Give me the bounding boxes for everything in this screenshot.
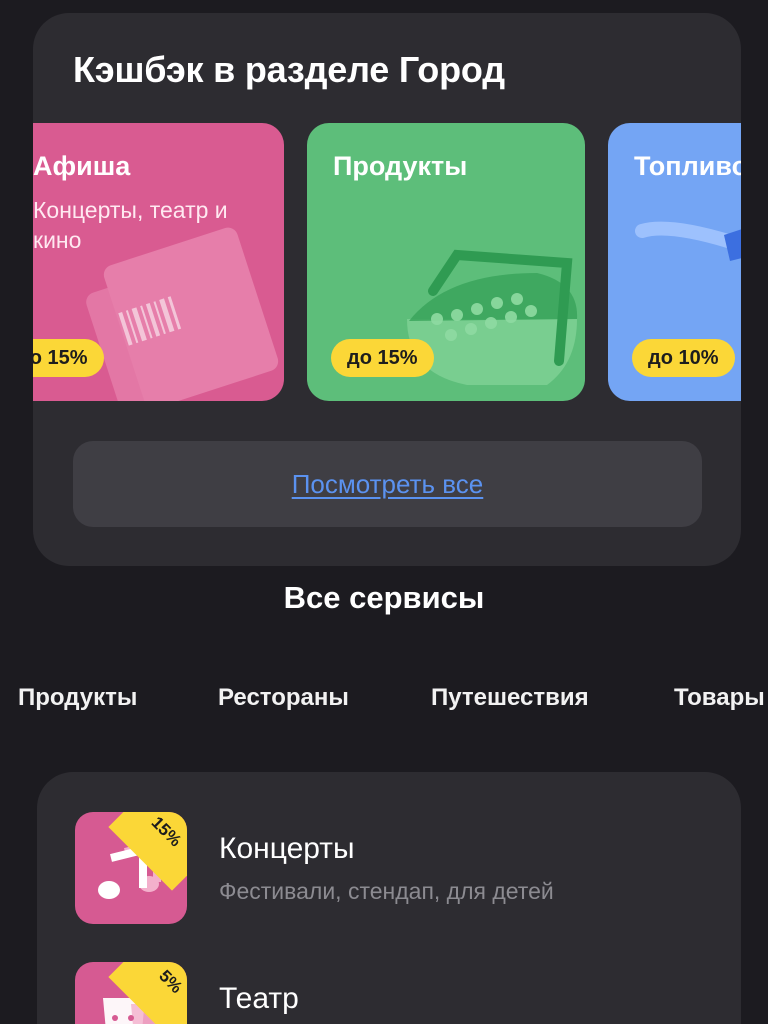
category-tile-products[interactable]: Продукты до 15% <box>307 123 585 401</box>
cashback-badge: до 15% <box>331 339 434 377</box>
service-icon: 15% <box>75 812 187 924</box>
page: Кэшбэк в разделе Город Афиша Концерты, т… <box>0 0 768 1024</box>
cashback-title: Кэшбэк в разделе Город <box>73 49 505 90</box>
tile-title: Топливо <box>634 151 741 181</box>
service-subtitle: Фестивали, стендап, для детей <box>219 878 554 904</box>
category-tile-afisha[interactable]: Афиша Концерты, театр и кино до 15% <box>33 123 284 401</box>
cashback-badge: до 15% <box>33 339 104 377</box>
category-tile-fuel[interactable]: Топливо до 10% <box>608 123 741 401</box>
service-title: Театр <box>219 982 299 1015</box>
services-tabs: Продукты Рестораны Путешествия Товары <box>0 684 768 720</box>
service-item-theatre[interactable]: 5% Театр <box>75 962 715 1024</box>
cashback-carousel[interactable]: Афиша Концерты, театр и кино до 15% <box>33 123 741 401</box>
cashback-badge: до 10% <box>632 339 735 377</box>
services-list: 15% Концерты Фестивали, стендап, для дет… <box>37 772 741 1024</box>
tab-travel[interactable]: Путешествия <box>431 684 589 712</box>
services-title: Все сервисы <box>283 580 485 615</box>
tile-subtitle: Концерты, театр и кино <box>33 197 228 253</box>
tile-title: Продукты <box>333 151 468 181</box>
tab-products[interactable]: Продукты <box>18 684 137 712</box>
see-all-button[interactable]: Посмотреть все <box>73 441 702 527</box>
tile-title: Афиша <box>33 151 131 181</box>
service-icon: 5% <box>75 962 187 1024</box>
tab-goods[interactable]: Товары <box>674 684 765 712</box>
see-all-link[interactable]: Посмотреть все <box>292 469 484 500</box>
cashback-card: Кэшбэк в разделе Город Афиша Концерты, т… <box>33 13 741 566</box>
tab-restaurants[interactable]: Рестораны <box>218 684 349 712</box>
service-title: Концерты <box>219 832 355 865</box>
service-item-concerts[interactable]: 15% Концерты Фестивали, стендап, для дет… <box>75 812 715 924</box>
